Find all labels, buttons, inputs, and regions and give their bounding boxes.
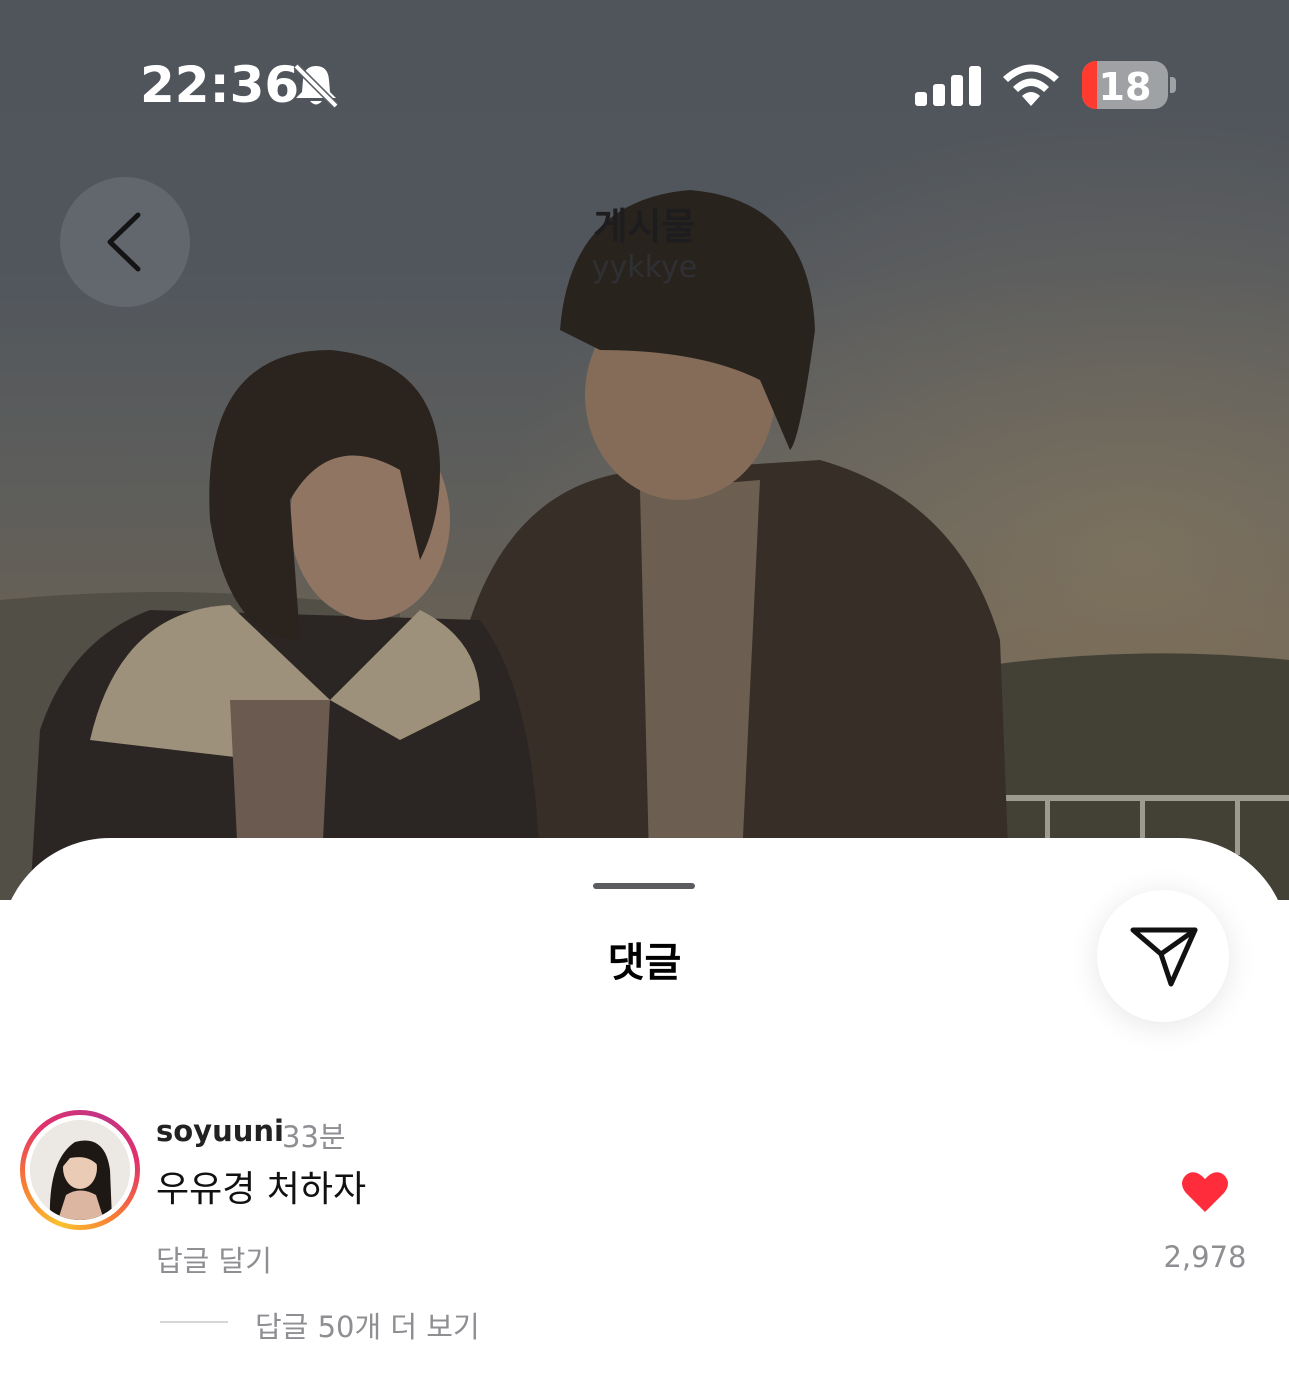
battery-icon: 18: [1082, 61, 1168, 109]
cellular-signal-icon: [915, 66, 981, 110]
reply-button[interactable]: 답글 달기: [156, 1238, 272, 1280]
replies-divider: [160, 1321, 228, 1323]
comment-username[interactable]: soyuuni: [156, 1114, 284, 1148]
comments-sheet: 댓글 soyuuni 33분 우유경 처하자 답글 달기 2,978 답글 50…: [0, 838, 1289, 1398]
avatar[interactable]: [20, 1110, 140, 1230]
heart-icon[interactable]: [1180, 1170, 1230, 1218]
view-replies-button[interactable]: 답글 50개 더 보기: [255, 1304, 480, 1346]
post-author-username[interactable]: yykkye: [0, 250, 1289, 285]
bell-slash-icon: [290, 62, 342, 114]
comment-text: 우유경 처하자: [156, 1169, 367, 1210]
page-title: 게시물: [593, 205, 696, 248]
avatar-border: [25, 1115, 135, 1225]
share-button[interactable]: [1097, 890, 1229, 1022]
paper-plane-icon: [1130, 927, 1198, 987]
battery-cap: [1170, 77, 1176, 93]
status-time: 22:36: [140, 56, 300, 114]
comment-timestamp: 33분: [282, 1120, 346, 1154]
post-image-background: [0, 0, 1289, 900]
avatar-photo: [30, 1120, 130, 1220]
wifi-icon: [1000, 62, 1062, 112]
battery-level: 18: [1098, 65, 1152, 109]
sheet-grabber[interactable]: [593, 883, 695, 889]
comments-title: 댓글: [607, 940, 682, 986]
dim-overlay: [0, 0, 1289, 900]
like-count: 2,978: [1163, 1240, 1247, 1274]
